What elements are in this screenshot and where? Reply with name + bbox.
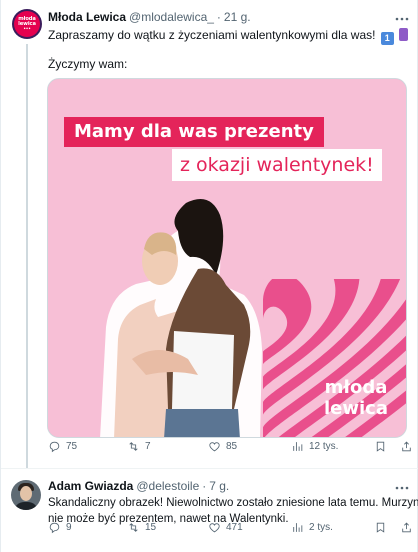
retweet-button[interactable]: 15 [127, 521, 156, 534]
display-name[interactable]: Adam Gwiazda [48, 479, 133, 493]
like-count: 471 [226, 521, 243, 533]
retweet-icon [129, 441, 138, 451]
views-icon [293, 522, 303, 532]
ellipsis-icon[interactable] [395, 10, 409, 24]
banner-headline: Mamy dla was prezenty [64, 117, 324, 147]
avatar[interactable]: młoda lewica ••• [12, 9, 42, 39]
tweet-text-line: Życzymy wam: [48, 57, 128, 71]
share-button[interactable] [400, 440, 413, 453]
bookmark-button[interactable] [374, 440, 387, 453]
views-button[interactable]: 12 tys. [291, 440, 338, 453]
retweet-count: 15 [145, 521, 157, 533]
heart-icon [209, 441, 220, 451]
reply-button[interactable]: 75 [48, 440, 77, 453]
reply-icon [49, 522, 60, 533]
tweet-header: Młoda Lewica @mlodalewica_ · 21 g. [48, 10, 251, 24]
separator: · [216, 10, 221, 24]
views-count: 2 tys. [309, 521, 333, 533]
display-name[interactable]: Młoda Lewica [48, 10, 126, 24]
like-button[interactable]: 85 [208, 440, 237, 453]
mloda-lewica-logo: młoda lewica [324, 377, 388, 419]
reply-icon [49, 441, 60, 452]
tweet-text-line: Zapraszamy do wątku z życzeniami walenty… [48, 27, 409, 45]
reply-count: 75 [66, 440, 78, 452]
share-icon [402, 522, 411, 532]
retweet-icon [129, 522, 138, 532]
ellipsis-icon[interactable] [395, 479, 409, 493]
views-button[interactable]: 2 tys. [291, 521, 333, 534]
purple-heart-emoji [399, 28, 409, 41]
tweet-mlodalewica[interactable]: młoda lewica ••• Młoda Lewica @mlodalewi… [1, 0, 418, 468]
views-count: 12 tys. [309, 440, 339, 452]
retweet-button[interactable]: 7 [127, 440, 151, 453]
heart-icon [209, 522, 220, 532]
views-icon [293, 441, 303, 451]
bookmark-icon [376, 522, 385, 533]
tweet-header: Adam Gwiazda @delestoile · 7 g. [48, 479, 229, 493]
banner-subheadline: z okazji walentynek! [172, 149, 382, 181]
retweet-count: 7 [145, 440, 151, 452]
keycap-one-emoji: 1 [380, 32, 394, 45]
reply-count: 9 [66, 521, 72, 533]
bookmark-icon [376, 441, 385, 452]
user-handle[interactable]: @delestoile [136, 479, 199, 493]
like-count: 85 [226, 440, 238, 452]
timeline-column: młoda lewica ••• Młoda Lewica @mlodalewi… [0, 0, 418, 552]
separator: · [202, 479, 207, 493]
timestamp[interactable]: 21 g. [224, 10, 251, 24]
like-button[interactable]: 471 [208, 521, 243, 534]
reply-button[interactable]: 9 [48, 521, 72, 534]
share-button[interactable] [400, 521, 413, 534]
thread-line [26, 44, 28, 468]
tweet-image[interactable]: Mamy dla was prezenty z okazji walentyne… [47, 78, 407, 438]
avatar-logo: młoda lewica ••• [14, 11, 40, 37]
timestamp[interactable]: 7 g. [209, 479, 229, 493]
user-handle[interactable]: @mlodalewica_ [129, 10, 214, 24]
tweet-delestoile[interactable]: Adam Gwiazda @delestoile · 7 g. Skandali… [1, 468, 418, 552]
avatar[interactable] [11, 480, 41, 510]
bookmark-button[interactable] [374, 521, 387, 534]
share-icon [402, 441, 411, 451]
